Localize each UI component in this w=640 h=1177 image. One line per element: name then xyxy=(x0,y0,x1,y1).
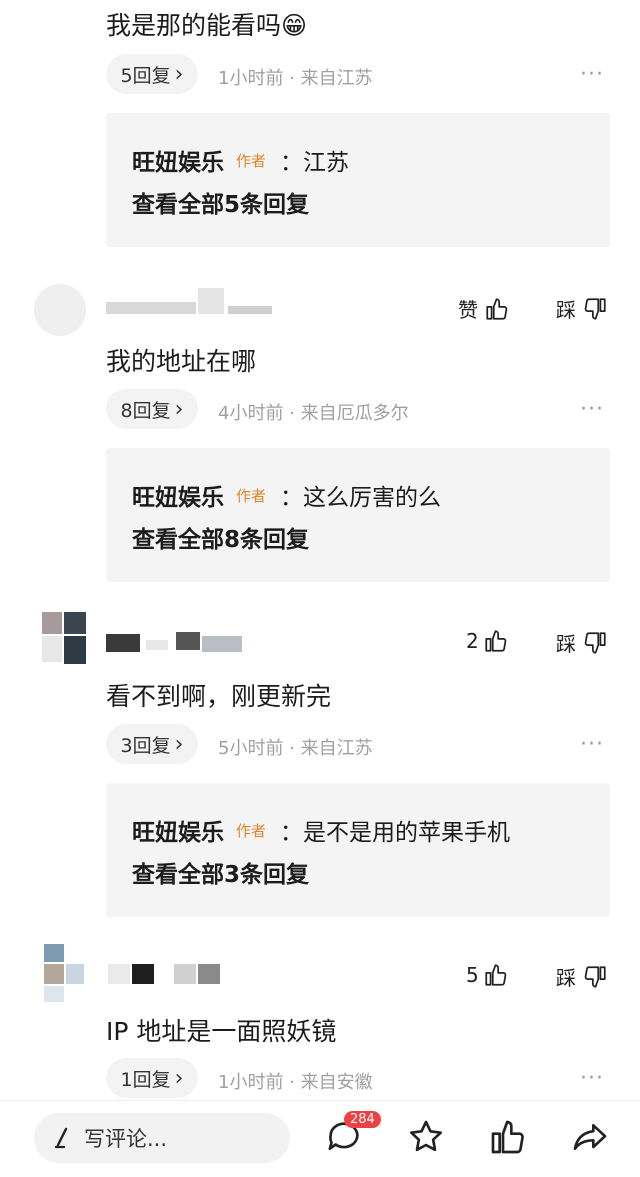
dislike-label: 踩 xyxy=(556,632,576,656)
author-reply-box[interactable]: 旺妞娱乐 作者 ：江苏 查看全部5条回复 xyxy=(106,113,610,247)
dislike-button[interactable]: 踩 xyxy=(556,962,608,991)
thumbs-up-icon xyxy=(485,630,507,652)
view-all-replies-link[interactable]: 查看全部8条回复 xyxy=(132,520,309,554)
reply-count-label: 5回复 xyxy=(120,64,171,87)
article-like-button[interactable] xyxy=(488,1117,528,1161)
author-tag: 作者 xyxy=(236,151,267,170)
author-tag: 作者 xyxy=(236,486,267,505)
more-options-icon[interactable]: ··· xyxy=(580,62,604,87)
reply-count-button[interactable]: 8回复 › xyxy=(106,389,198,429)
comment-text: IP 地址是一面照妖镜 xyxy=(106,1017,337,1046)
author-name[interactable]: 旺妞娱乐 xyxy=(132,813,224,847)
dislike-button[interactable]: 踩 xyxy=(556,628,608,657)
dislike-button[interactable]: 踩 xyxy=(556,294,608,323)
comment-text: 我的地址在哪 xyxy=(106,347,257,376)
author-name[interactable]: 旺妞娱乐 xyxy=(132,143,224,177)
username-blurred[interactable] xyxy=(108,962,228,984)
comment-count-badge: 284 xyxy=(344,1111,381,1128)
like-button[interactable]: 2 xyxy=(466,628,509,654)
reply-count-label: 3回复 xyxy=(120,734,171,757)
bottom-action-bar: 写评论... 284 xyxy=(0,1100,640,1177)
author-reply-box[interactable]: 旺妞娱乐 作者 ：是不是用的苹果手机 查看全部3条回复 xyxy=(106,783,610,917)
comment-meta: 1小时前 · 来自江苏 xyxy=(218,68,373,89)
avatar[interactable] xyxy=(34,612,86,664)
thumbs-down-icon xyxy=(584,631,606,654)
comment-input-placeholder: 写评论... xyxy=(84,1127,168,1151)
reply-count-label: 8回复 xyxy=(120,399,171,422)
author-reply-text: ：这么厉害的么 xyxy=(280,485,442,511)
thumbs-up-icon xyxy=(486,297,508,320)
comments-button[interactable]: 284 xyxy=(324,1111,381,1161)
comment-text: 我是那的能看吗😁 xyxy=(106,11,308,40)
chevron-right-icon: › xyxy=(174,61,184,87)
star-icon xyxy=(410,1120,442,1152)
comment-meta: 1小时前 · 来自安徽 xyxy=(218,1072,373,1093)
avatar[interactable] xyxy=(34,284,86,336)
comment-meta: 5小时前 · 来自江苏 xyxy=(218,738,373,759)
chevron-right-icon: › xyxy=(174,1065,184,1091)
reply-count-label: 1回复 xyxy=(120,1068,171,1091)
thumbs-up-icon xyxy=(491,1120,524,1154)
author-reply-text: ：是不是用的苹果手机 xyxy=(280,820,511,846)
author-name[interactable]: 旺妞娱乐 xyxy=(132,478,224,512)
author-reply-line: 旺妞娱乐 作者 ：这么厉害的么 xyxy=(132,478,441,512)
username-blurred[interactable] xyxy=(106,628,256,652)
like-count: 5 xyxy=(466,963,479,987)
author-tag: 作者 xyxy=(236,821,267,840)
username-blurred[interactable] xyxy=(106,288,276,314)
reply-count-button[interactable]: 5回复 › xyxy=(106,54,198,94)
favorite-button[interactable] xyxy=(406,1117,446,1161)
more-options-icon[interactable]: ··· xyxy=(580,397,604,422)
author-reply-line: 旺妞娱乐 作者 ：江苏 xyxy=(132,143,349,177)
reply-count-button[interactable]: 1回复 › xyxy=(106,1058,198,1098)
comment-input[interactable]: 写评论... xyxy=(34,1113,290,1163)
more-options-icon[interactable]: ··· xyxy=(580,1066,604,1091)
comment-meta: 4小时前 · 来自厄瓜多尔 xyxy=(218,403,409,424)
like-button[interactable]: 赞 xyxy=(458,294,510,323)
share-button[interactable] xyxy=(570,1117,610,1161)
author-reply-line: 旺妞娱乐 作者 ：是不是用的苹果手机 xyxy=(132,813,510,847)
share-arrow-icon xyxy=(573,1124,607,1150)
pen-icon xyxy=(54,1127,68,1149)
view-all-replies-link[interactable]: 查看全部5条回复 xyxy=(132,185,309,219)
comment-text: 看不到啊，刚更新完 xyxy=(106,682,332,711)
author-reply-text: ：江苏 xyxy=(280,150,350,176)
more-options-icon[interactable]: ··· xyxy=(580,732,604,757)
dislike-label: 踩 xyxy=(556,966,576,990)
author-reply-box[interactable]: 旺妞娱乐 作者 ：这么厉害的么 查看全部8条回复 xyxy=(106,448,610,582)
like-count: 2 xyxy=(466,629,479,653)
like-label: 赞 xyxy=(458,298,478,322)
view-all-replies-link[interactable]: 查看全部3条回复 xyxy=(132,855,309,889)
dislike-label: 踩 xyxy=(556,298,576,322)
reply-count-button[interactable]: 3回复 › xyxy=(106,724,198,764)
thumbs-down-icon xyxy=(584,297,606,320)
chevron-right-icon: › xyxy=(174,731,184,757)
avatar[interactable] xyxy=(34,944,86,1002)
thumbs-down-icon xyxy=(584,965,606,988)
like-button[interactable]: 5 xyxy=(466,962,509,988)
chevron-right-icon: › xyxy=(174,396,184,422)
thumbs-up-icon xyxy=(485,964,507,986)
